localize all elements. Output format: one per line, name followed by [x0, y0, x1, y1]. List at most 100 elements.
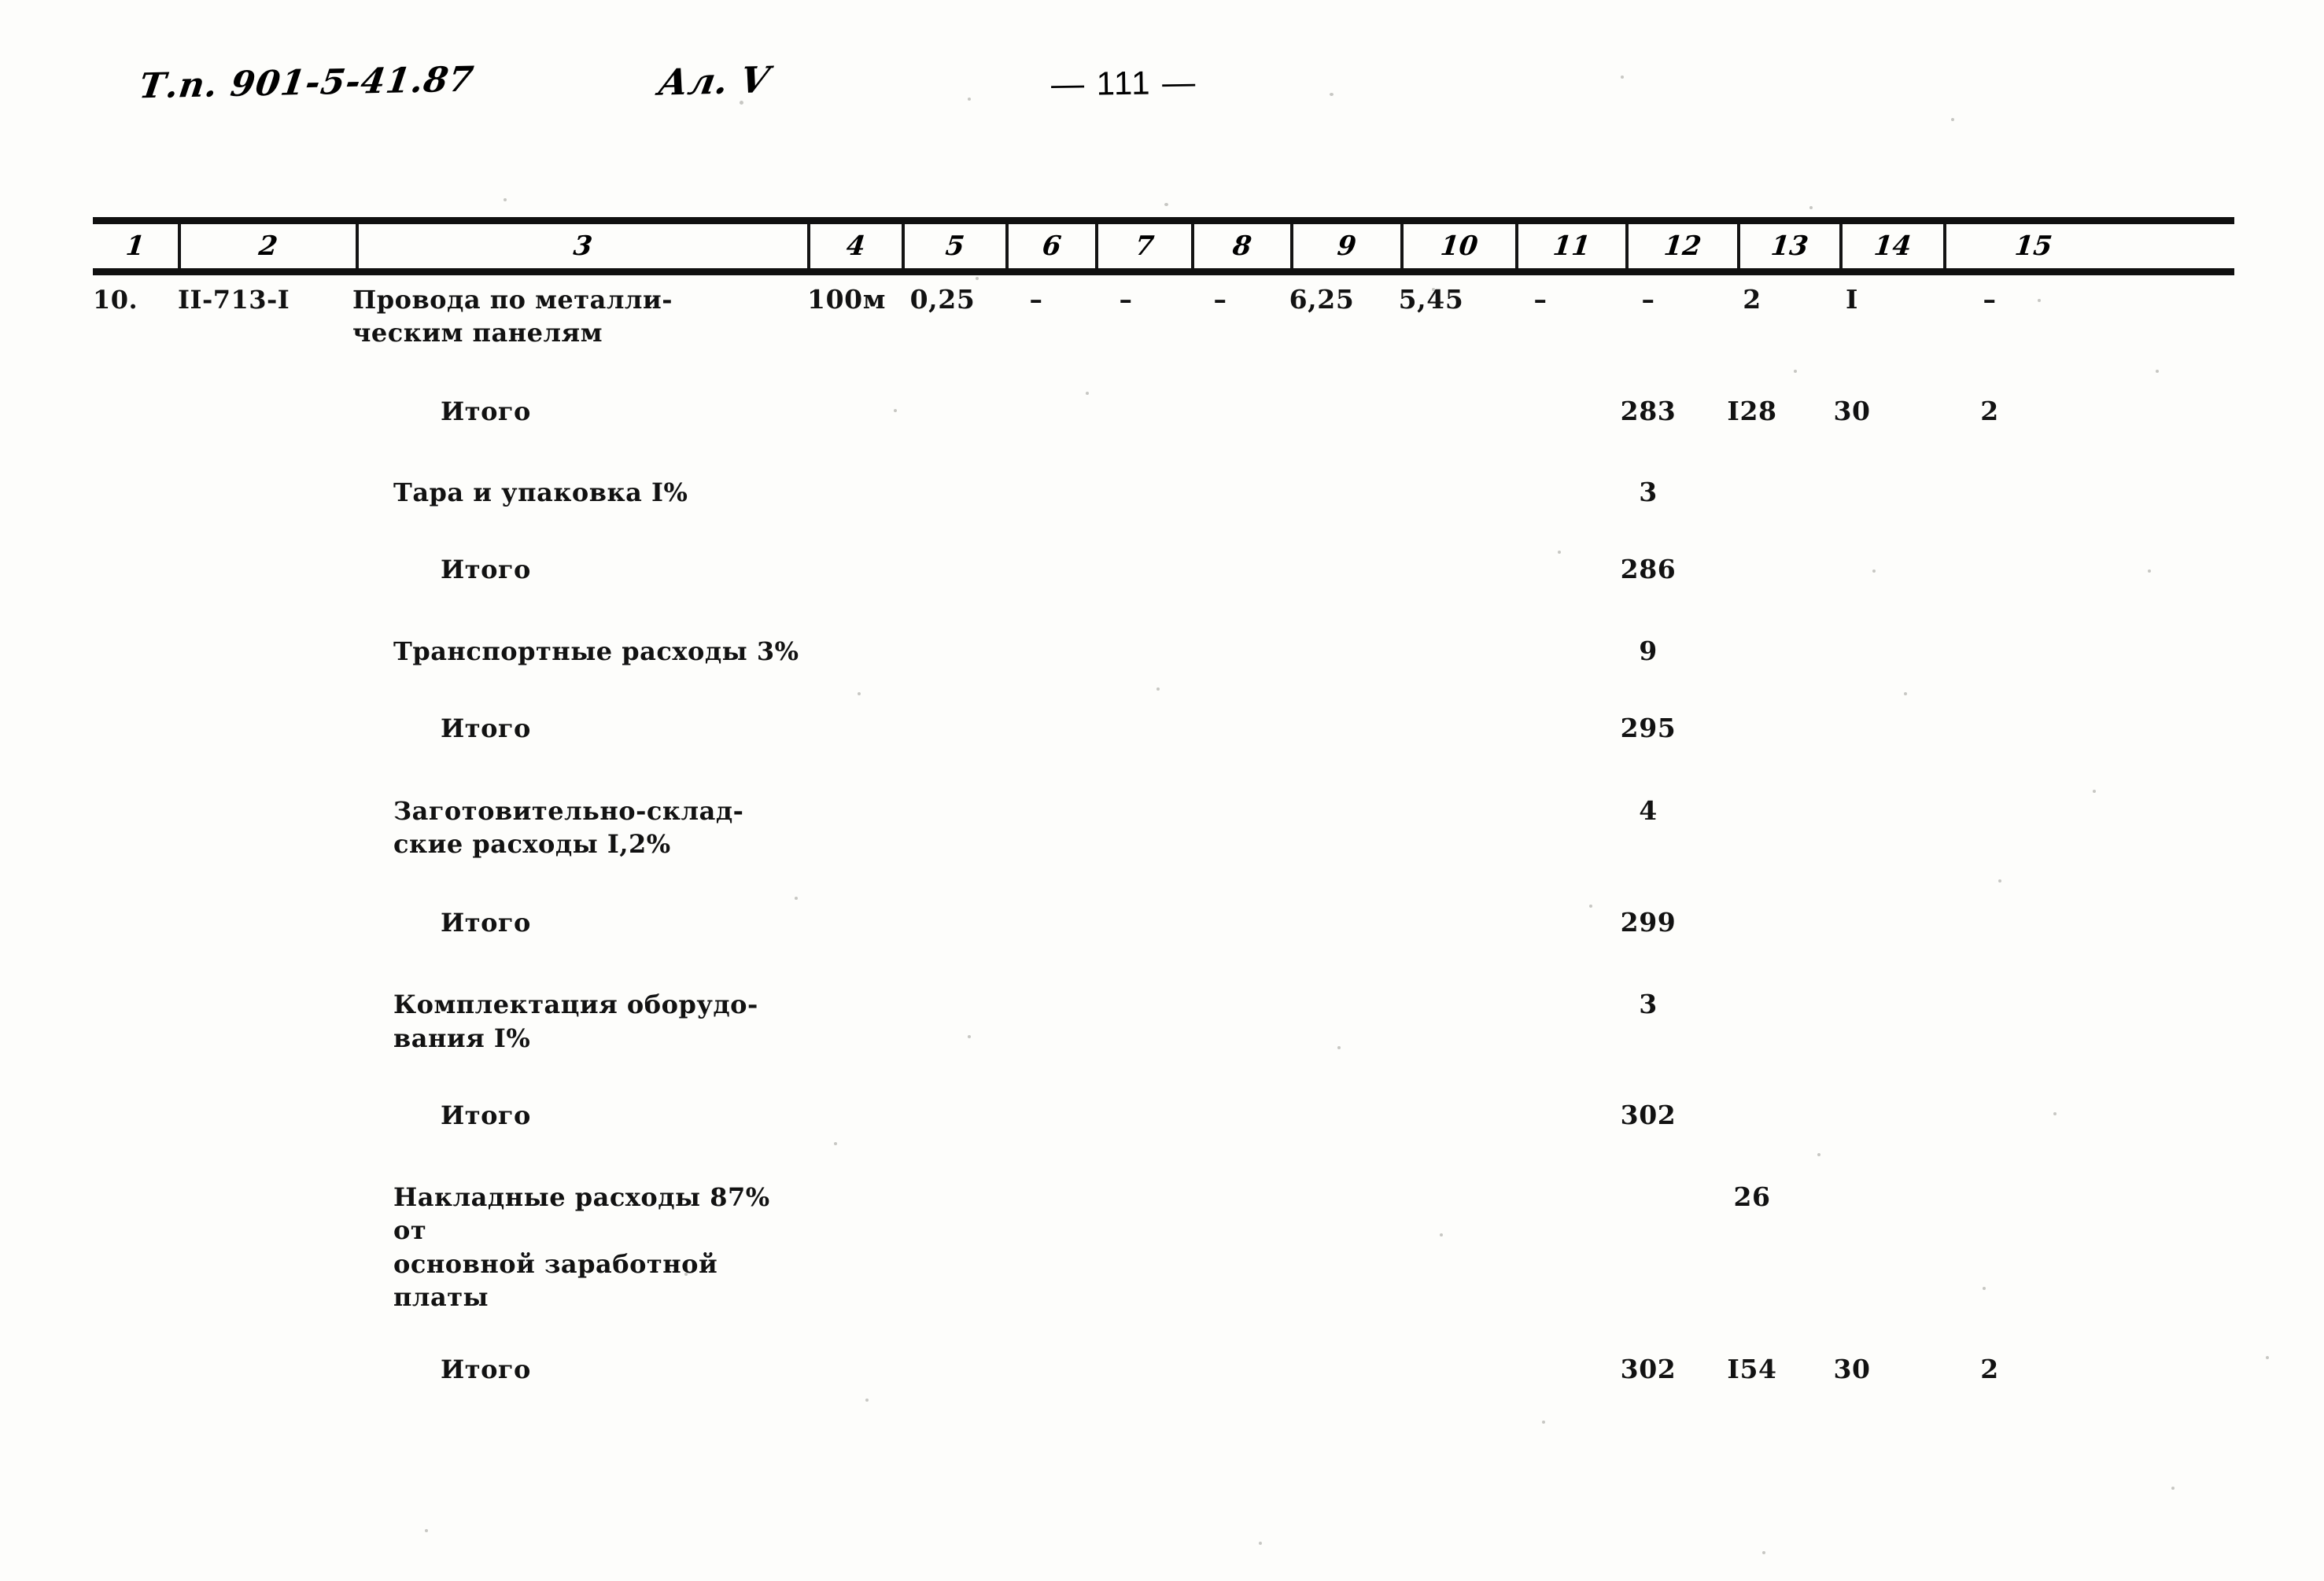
- cell-value-col-12: 283: [1620, 396, 1677, 427]
- table-cell-col-12: 9: [1594, 635, 1702, 668]
- cell-value-col-3: Итого: [441, 1354, 531, 1384]
- table-row: Итого 295: [93, 712, 2234, 745]
- cell-value-col-14: 30: [1833, 396, 1871, 427]
- table-top-rule: [93, 217, 2234, 224]
- table-cell-col-3: Итого: [352, 553, 801, 586]
- column-number-cell-10: 10: [1404, 224, 1518, 268]
- table-cell-col-3: Итого: [352, 1353, 801, 1386]
- table-row: Транспортные расходы 3% 9: [93, 635, 2234, 668]
- cell-value-col-12: 286: [1620, 553, 1677, 584]
- album-label: Ал. V: [655, 58, 773, 104]
- table-cell-col-12: 302: [1594, 1099, 1702, 1132]
- scan-speck: [425, 1529, 428, 1532]
- column-number-label: 15: [2013, 230, 2054, 262]
- cell-value-col-4: 100м: [807, 284, 886, 315]
- cell-value-col-6: –: [1029, 284, 1043, 315]
- scan-speck: [1762, 1551, 1765, 1554]
- scan-speck: [2171, 1487, 2175, 1490]
- table-cell-col-11: –: [1487, 283, 1594, 316]
- table-cell-col-14: 30: [1802, 1353, 1902, 1386]
- table-cell-col-3: Комплектация оборудо- вания I%: [352, 988, 801, 1054]
- cell-value-col-2: II-713-I: [178, 285, 290, 315]
- column-number-cell-15: 15: [1946, 224, 2121, 268]
- row-spacer: [93, 586, 2234, 635]
- cell-value-col-12: 299: [1620, 907, 1677, 938]
- scan-speck: [976, 277, 979, 280]
- cell-value-col-13: I28: [1727, 396, 1777, 427]
- scan-speck: [1809, 206, 1813, 209]
- table-cell-col-3: Заготовительно-склад- ские расходы I,2%: [352, 794, 801, 861]
- column-number-cell-11: 11: [1518, 224, 1629, 268]
- column-number-label: 10: [1439, 230, 1480, 262]
- cell-value-col-3: Итого: [441, 908, 531, 938]
- table-cell-col-12: 4: [1594, 794, 1702, 827]
- cell-value-col-12: –: [1641, 284, 1655, 315]
- column-number-cell-14: 14: [1843, 224, 1946, 268]
- column-number-label: 12: [1662, 230, 1703, 262]
- table-cell-col-7: –: [1079, 283, 1172, 316]
- column-number-label: 9: [1336, 230, 1358, 262]
- table-cell-col-15: 2: [1902, 1353, 2077, 1386]
- table-cell-col-15: 2: [1902, 395, 2077, 428]
- table-cell-col-5: 0,25: [892, 283, 993, 316]
- table-cell-col-12: 295: [1594, 712, 1702, 745]
- column-number-label: 3: [572, 230, 594, 262]
- table-cell-col-12: 302: [1594, 1353, 1702, 1386]
- row-spacer: [93, 1132, 2234, 1181]
- table-cell-col-12: 3: [1594, 476, 1702, 509]
- scan-speck: [504, 198, 507, 201]
- table-row: Итого 302: [93, 1099, 2234, 1132]
- cell-value-col-3: Накладные расходы 87% от основной зарабо…: [393, 1182, 770, 1312]
- cell-value-col-3: Итого: [441, 713, 531, 744]
- cell-value-col-14: 30: [1833, 1353, 1871, 1384]
- table-row: Накладные расходы 87% от основной зарабо…: [93, 1181, 2234, 1314]
- column-number-cell-5: 5: [905, 224, 1009, 268]
- document-code: Т.п. 901-5-41.87: [136, 59, 477, 107]
- cell-value-col-15: –: [1983, 284, 1997, 315]
- cell-value-col-3: Провода по металли- ческим панелям: [352, 285, 673, 348]
- column-number-cell-8: 8: [1194, 224, 1293, 268]
- row-spacer: [93, 349, 2234, 395]
- table-cell-col-13: 2: [1702, 283, 1802, 316]
- table-cell-col-3: Транспортные расходы 3%: [352, 635, 801, 668]
- column-number-cell-2: 2: [181, 224, 359, 268]
- table-cell-col-3: Накладные расходы 87% от основной зарабо…: [352, 1181, 801, 1314]
- cell-value-col-5: 0,25: [909, 284, 976, 315]
- table-cell-col-14: 30: [1802, 395, 1902, 428]
- column-number-label: 7: [1134, 230, 1156, 262]
- table-row: Итого 302 I54 30 2: [93, 1353, 2234, 1386]
- column-number-label: 2: [257, 230, 279, 262]
- scan-speck: [1542, 1421, 1545, 1424]
- table-cell-col-6: –: [993, 283, 1079, 316]
- table-row: 10. II-713-I Провода по металли- ческим па…: [93, 283, 2234, 349]
- cell-value-col-1: 10.: [93, 285, 138, 315]
- table-cell-col-3: Итого: [352, 395, 801, 428]
- table-cell-col-12: 286: [1594, 553, 1702, 586]
- cell-value-col-12: 3: [1639, 989, 1658, 1020]
- table-header-bottom-rule: [93, 268, 2234, 275]
- cell-value-col-13: 2: [1743, 284, 1761, 315]
- table-cell-col-3: Итого: [352, 712, 801, 745]
- cell-value-col-12: 4: [1639, 794, 1658, 826]
- cell-value-col-3: Транспортные расходы 3%: [393, 636, 799, 667]
- table-row: Итого 283 I28 30 2: [93, 395, 2234, 428]
- row-spacer: [93, 668, 2234, 712]
- column-number-label: 5: [944, 230, 966, 262]
- cell-value-col-13: I54: [1727, 1353, 1777, 1384]
- scan-speck: [2266, 1356, 2269, 1359]
- table-row: Итого 286: [93, 553, 2234, 586]
- cell-value-col-12: 9: [1639, 636, 1658, 667]
- row-spacer: [93, 861, 2234, 906]
- row-spacer: [93, 939, 2234, 988]
- cell-value-col-13: 26: [1733, 1181, 1771, 1213]
- table-cell-col-8: –: [1172, 283, 1268, 316]
- estimate-table-body: 10. II-713-I Провода по металли- ческим па…: [93, 283, 2234, 1386]
- scan-speck: [865, 1399, 869, 1402]
- table-row: Тара и упаковка I% 3: [93, 476, 2234, 509]
- table-cell-col-12: 299: [1594, 906, 1702, 939]
- scan-speck: [1164, 203, 1168, 206]
- scan-speck: [1259, 1542, 1262, 1545]
- column-number-label: 13: [1769, 230, 1810, 262]
- table-cell-col-14: I: [1802, 283, 1902, 316]
- table-cell-col-12: 3: [1594, 988, 1702, 1021]
